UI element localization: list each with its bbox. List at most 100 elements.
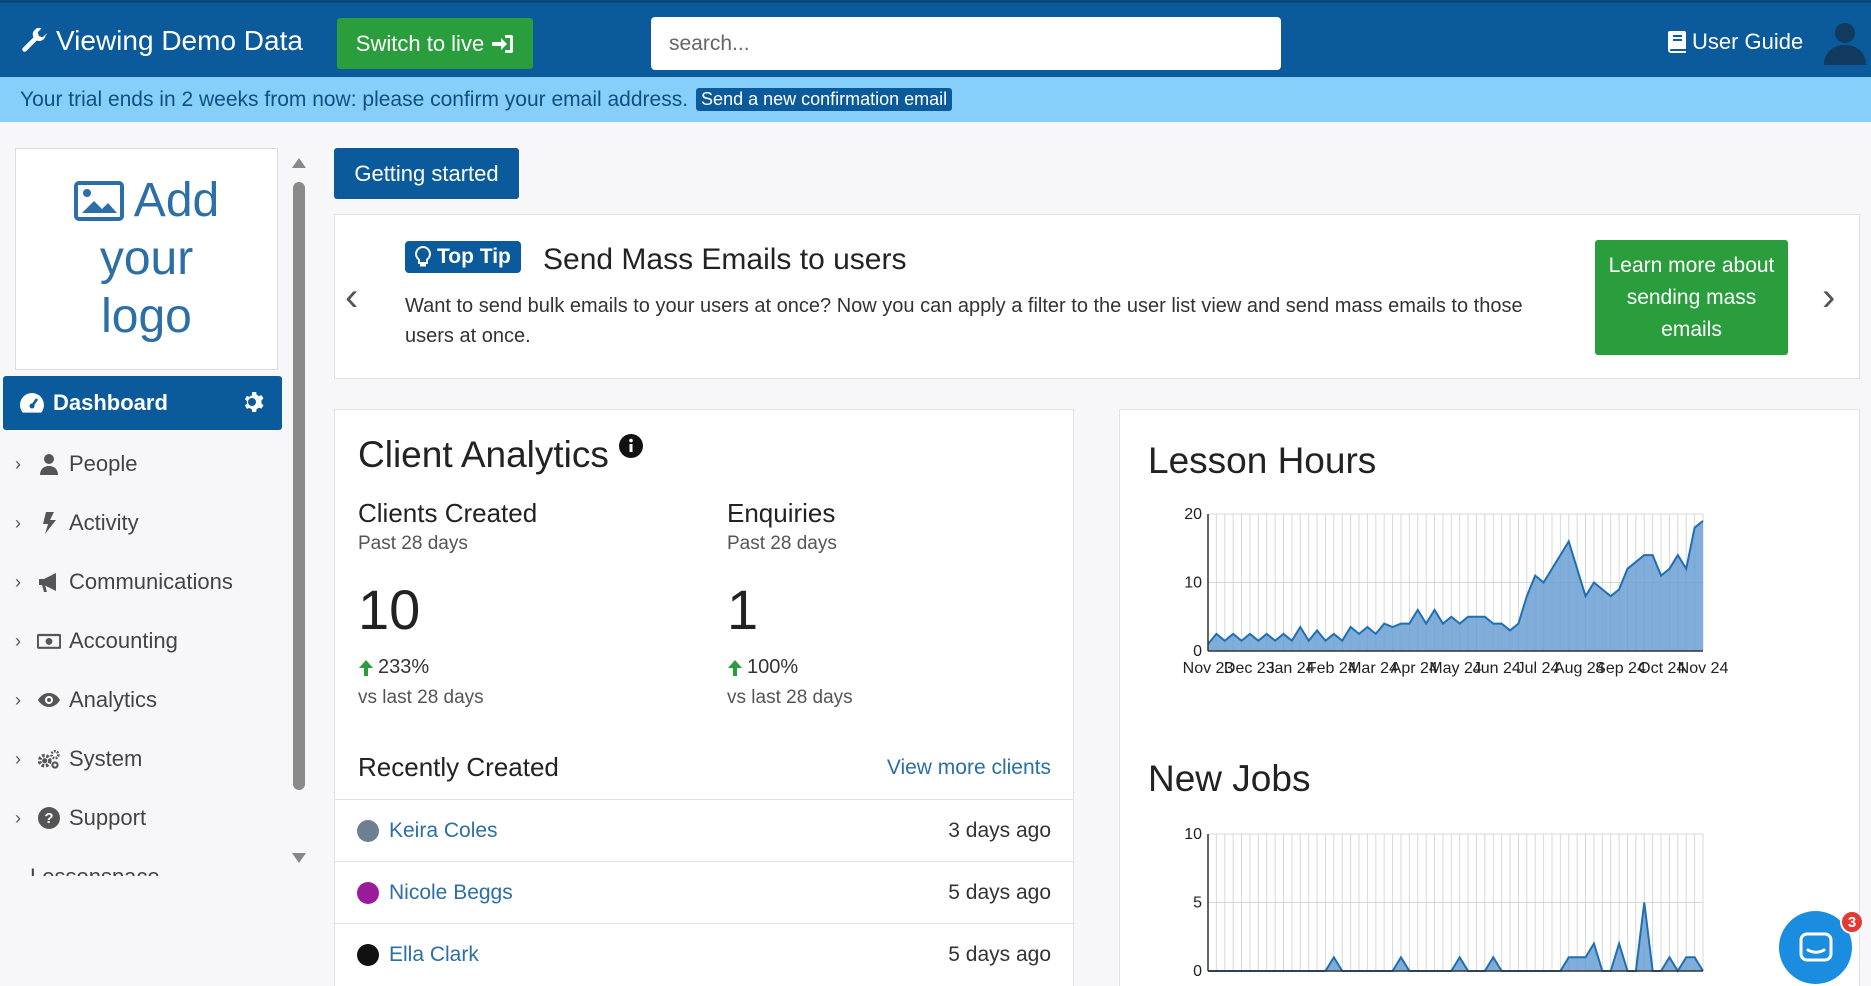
y-tick-label: 0 — [1193, 643, 1202, 660]
chevron-right-icon: › — [15, 630, 21, 651]
sidebar-item-activity[interactable]: › Activity — [15, 503, 139, 543]
dashboard-icon — [20, 393, 44, 413]
y-tick-label: 5 — [1193, 895, 1202, 912]
metric-period: Past 28 days — [727, 533, 837, 554]
metric-value: 1 — [727, 578, 759, 641]
lightbulb-icon — [415, 246, 431, 267]
series-area — [1208, 520, 1703, 651]
sidebar-item-label: Communications — [69, 569, 233, 594]
chevron-right-icon[interactable]: › — [1822, 275, 1835, 320]
created-time: 5 days ago — [948, 880, 1051, 904]
metric-clients-created: Clients Created Past 28 days 10 233% vs … — [358, 498, 537, 709]
metric-comparison: vs last 28 days — [358, 687, 484, 708]
gears-icon — [37, 750, 60, 769]
charts-card: Lesson Hours 0 10 20 Nov 23 Dec 23 Jan 24 Feb … — [1119, 409, 1860, 986]
top-bar: Viewing Demo Data Switch to live User Gu… — [0, 0, 1871, 77]
list-item[interactable]: Keira Coles 3 days ago — [335, 799, 1073, 861]
client-analytics-title-text: Client Analytics — [358, 434, 609, 475]
metric-value: 10 — [358, 578, 421, 641]
metric-delta-value: 233% — [378, 656, 430, 678]
money-icon — [37, 633, 61, 649]
brand-label: Viewing Demo Data — [56, 25, 303, 56]
image-icon — [73, 181, 124, 221]
arrow-up-icon — [728, 659, 742, 676]
user-guide-link[interactable]: User Guide — [1668, 29, 1803, 55]
getting-started-button[interactable]: Getting started — [334, 148, 519, 199]
x-tick-label: Jun 24 — [1473, 660, 1521, 677]
metric-enquiries: Enquiries Past 28 days 1 100% vs last 28… — [727, 498, 853, 709]
switch-to-live-label: Switch to live — [355, 30, 485, 56]
switch-to-live-button[interactable]: Switch to live — [337, 18, 533, 69]
logo-line-1: Add — [73, 172, 219, 230]
sidebar-item-support[interactable]: › ? Support — [15, 798, 146, 838]
x-tick-label: Nov 24 — [1678, 660, 1729, 677]
client-color-dot — [357, 943, 379, 966]
lesson-hours-title: Lesson Hours — [1148, 440, 1377, 481]
sidebar-item-label: Dashboard — [53, 390, 168, 415]
trial-message: Your trial ends in 2 weeks from now: ple… — [20, 87, 689, 111]
client-name-link[interactable]: Nicole Beggs — [389, 881, 948, 905]
learn-more-button[interactable]: Learn more about sending mass emails — [1595, 240, 1788, 355]
chat-icon — [1799, 932, 1832, 961]
sidebar-scrollbar[interactable] — [293, 182, 305, 790]
sidebar-item-label: Activity — [69, 510, 139, 535]
sidebar-item-label: Accounting — [69, 628, 178, 653]
scroll-down-arrow[interactable] — [292, 853, 306, 863]
metric-comparison: vs last 28 days — [727, 687, 853, 708]
recent-clients-list: Keira Coles 3 days ago Nicole Beggs 5 da… — [335, 799, 1073, 985]
client-analytics-card: Client Analytics Clients Created Past 28… — [334, 409, 1074, 986]
metric-period: Past 28 days — [358, 533, 468, 554]
recently-created-title: Recently Created — [358, 752, 559, 782]
chevron-right-icon: › — [15, 571, 21, 592]
sidebar-item-communications[interactable]: › Communications — [15, 562, 233, 602]
svg-text:?: ? — [44, 810, 53, 827]
metric-delta-value: 100% — [747, 656, 799, 678]
user-icon — [40, 454, 58, 475]
list-item[interactable]: Nicole Beggs 5 days ago — [335, 861, 1073, 923]
send-confirmation-button[interactable]: Send a new confirmation email — [696, 88, 953, 111]
lesson-hours-chart: 01020Nov 23Dec 23Jan 24Feb 24Mar 24Apr 2… — [1183, 506, 1729, 677]
chevron-right-icon: › — [15, 807, 21, 828]
series-area — [1208, 902, 1703, 971]
metric-delta: 233% — [358, 656, 537, 679]
client-name-link[interactable]: Keira Coles — [389, 819, 948, 843]
eye-icon — [38, 693, 60, 707]
logo-placeholder[interactable]: Add your logo — [15, 148, 278, 370]
sidebar-item-dashboard[interactable]: Dashboard — [3, 376, 282, 430]
y-tick-label: 10 — [1184, 826, 1202, 843]
tip-body: Want to send bulk emails to your users a… — [405, 295, 1523, 347]
list-item[interactable]: Ella Clark 5 days ago — [335, 923, 1073, 985]
arrow-up-icon — [359, 659, 373, 676]
search-input[interactable] — [651, 17, 1281, 70]
scroll-up-arrow[interactable] — [292, 158, 306, 168]
chevron-left-icon[interactable]: ‹ — [345, 275, 358, 320]
y-tick-label: 0 — [1193, 963, 1202, 980]
sidebar-item-system[interactable]: › System — [15, 739, 142, 779]
gear-icon[interactable] — [242, 390, 266, 414]
bolt-icon — [43, 512, 56, 534]
new-jobs-title: New Jobs — [1148, 758, 1311, 799]
sidebar-item-accounting[interactable]: › Accounting — [15, 621, 178, 661]
user-avatar-icon[interactable] — [1820, 19, 1866, 65]
sidebar-item-people[interactable]: › People — [15, 444, 138, 484]
chevron-right-icon: › — [15, 512, 21, 533]
created-time: 5 days ago — [948, 942, 1051, 966]
sidebar-item-lessonspace[interactable]: Lessonspace — [30, 862, 200, 876]
top-tip-card: ‹ Top Tip Send Mass Emails to users Want… — [334, 214, 1860, 379]
chevron-right-icon: › — [15, 748, 21, 769]
sidebar-item-analytics[interactable]: › Analytics — [15, 680, 157, 720]
megaphone-icon — [39, 573, 56, 592]
chevron-right-icon: › — [15, 453, 21, 474]
view-more-clients-link[interactable]: View more clients — [887, 756, 1051, 780]
metric-delta: 100% — [727, 656, 853, 679]
y-tick-label: 20 — [1184, 506, 1202, 523]
tip-title: Send Mass Emails to users — [543, 243, 907, 276]
client-color-dot — [357, 881, 379, 904]
client-name-link[interactable]: Ella Clark — [389, 943, 948, 967]
info-icon[interactable] — [618, 434, 643, 458]
logo-text-your: your — [99, 232, 194, 285]
brand[interactable]: Viewing Demo Data — [20, 25, 303, 57]
sign-in-icon — [492, 34, 514, 53]
client-color-dot — [357, 819, 379, 842]
created-time: 3 days ago — [948, 818, 1051, 842]
